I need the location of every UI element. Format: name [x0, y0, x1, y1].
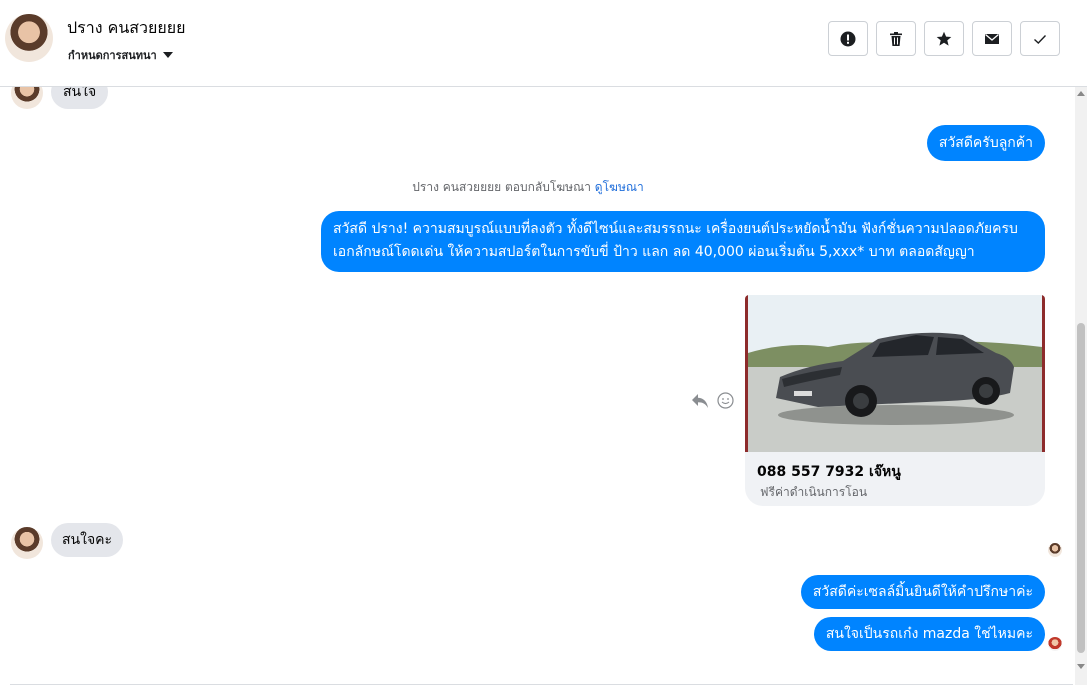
incoming-message: สนใจคะ [51, 523, 124, 557]
trash-icon [890, 31, 902, 46]
checkmark-icon [1034, 34, 1047, 44]
caret-down-icon [162, 52, 173, 58]
sender-avatar[interactable] [11, 87, 43, 109]
seen-indicator-avatar [1048, 543, 1062, 557]
ad-card[interactable]: 088 557 7932 เจ๊หนู ฟรีค่าดำเนินการโอน [745, 295, 1045, 506]
outgoing-message: สนใจเป็นรถเก๋ง mazda ใช่ไหมคะ [813, 617, 1045, 651]
conversation-label-dropdown[interactable]: กำหนดการสนทนา [68, 46, 173, 64]
car-image[interactable] [745, 295, 1045, 452]
mark-done-button[interactable] [1020, 21, 1060, 56]
message-thread: สนใจ สวัสดีครับลูกค้า ปราง คนสวยยยย ตอบก… [0, 87, 1075, 685]
conversation-label-text: กำหนดการสนทนา [68, 49, 157, 62]
header-actions [828, 21, 1060, 56]
contact-name[interactable]: ปราง คนสวยยยย [67, 16, 186, 41]
contact-avatar[interactable] [5, 14, 53, 62]
outgoing-message: สวัสดีครับลูกค้า [926, 125, 1045, 161]
sender-avatar[interactable] [11, 527, 43, 559]
view-ad-link[interactable]: ดูโฆษณา [595, 180, 644, 194]
ad-card-title: 088 557 7932 เจ๊หนู [757, 464, 901, 480]
exclamation-icon [840, 31, 856, 46]
outgoing-message: สวัสดีค่ะเซลล์มิ้นยินดีให้คำปรึกษาค่ะ [800, 575, 1045, 609]
composer-divider [10, 684, 1073, 685]
incoming-message: สนใจ [51, 87, 109, 109]
scroll-up-arrow-icon[interactable] [1077, 91, 1085, 96]
ad-reply-notice: ปราง คนสวยยยย ตอบกลับโฆษณา ดูโฆษณา [0, 178, 1056, 197]
scroll-down-arrow-icon[interactable] [1077, 664, 1085, 669]
ad-card-subtitle: ฟรีค่าดำเนินการโอน [760, 485, 868, 499]
seen-indicator-avatar [1048, 637, 1062, 651]
conversation-header: ปราง คนสวยยยย กำหนดการสนทนา [0, 0, 1087, 87]
thread-scrollbar[interactable] [1075, 87, 1087, 685]
mark-spam-button[interactable] [828, 21, 868, 56]
reply-icon[interactable] [691, 393, 709, 409]
star-icon [936, 31, 952, 46]
star-button[interactable] [924, 21, 964, 56]
outgoing-message: สวัสดี ปราง! ความสมบูรณ์แบบที่ลงตัว ทั้ง… [321, 211, 1045, 272]
envelope-icon [985, 33, 999, 44]
mark-unread-button[interactable] [972, 21, 1012, 56]
message-actions [691, 392, 734, 409]
delete-button[interactable] [876, 21, 916, 56]
emoji-reaction-icon[interactable] [717, 392, 734, 409]
ad-reply-notice-text: ปราง คนสวยยยย ตอบกลับโฆษณา [412, 180, 591, 194]
car-photo [748, 295, 1042, 452]
scrollbar-thumb[interactable] [1077, 323, 1085, 653]
